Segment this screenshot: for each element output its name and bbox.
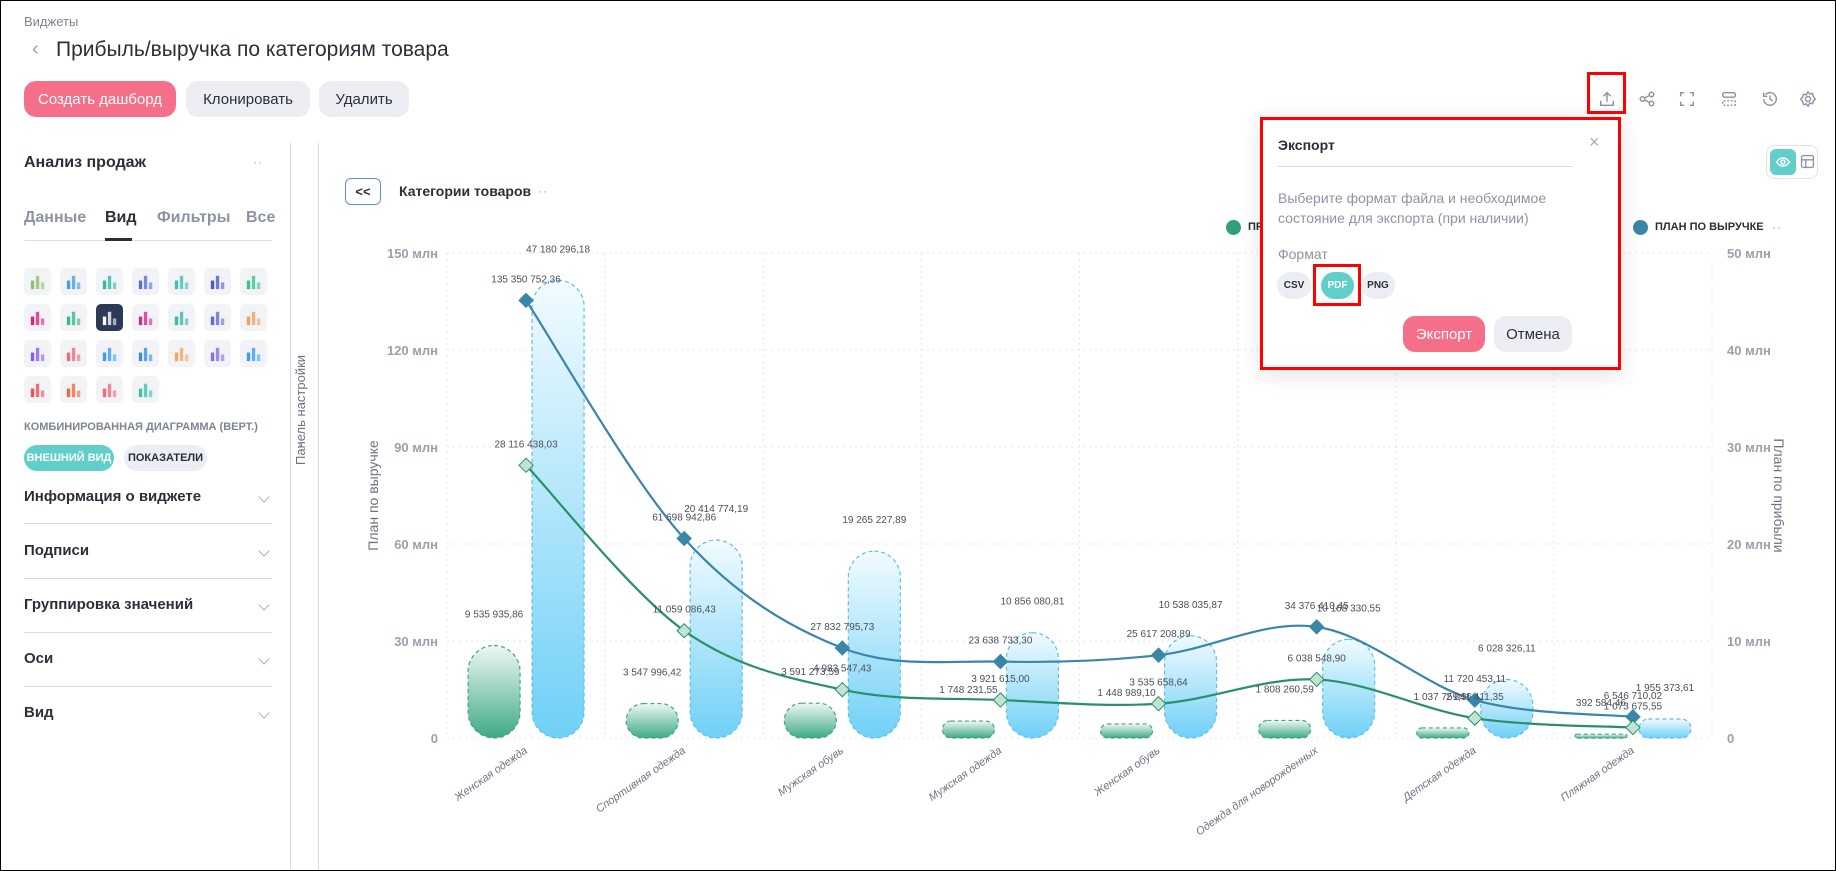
line-point-marker [834, 640, 851, 656]
bar-value-label: 1 808 260,59 [1255, 684, 1314, 695]
line-value-label: 28 116 438,03 [494, 439, 558, 450]
y2-tick-label: 0 [1727, 731, 1734, 746]
export-button[interactable]: Экспорт [1403, 316, 1485, 352]
dialog-title: Экспорт [1278, 137, 1335, 153]
x-tick-label: Одежда для новорожденных [1194, 744, 1321, 838]
bar-value-label: 3 547 996,42 [623, 668, 682, 679]
x-tick-label: Спортивная одежда [594, 745, 688, 816]
line-value-label: 6 546 710,02 [1604, 691, 1663, 702]
bar-value-label: 10 538 035,87 [1159, 600, 1223, 611]
y-tick-label: 120 млн [387, 343, 438, 358]
bar-value-label: 19 265 227,89 [842, 515, 906, 526]
bar [1099, 723, 1154, 739]
bar [847, 550, 901, 739]
format-csv[interactable]: CSV [1277, 272, 1311, 299]
line-point-marker [518, 292, 534, 309]
bar [941, 720, 996, 739]
line-point-marker [1467, 710, 1483, 726]
bar-value-label: 1 748 231,55 [939, 685, 998, 696]
x-tick-label: Детская одежда [1399, 745, 1478, 806]
highlight-box [1313, 264, 1361, 306]
line-value-label: 11 720 453,11 [1444, 674, 1507, 685]
bar-value-label: 9 535 935,86 [465, 610, 524, 621]
y2-tick-label: 10 млн [1727, 634, 1771, 649]
bar [1416, 727, 1470, 739]
close-icon[interactable]: × [1589, 132, 1600, 153]
y2-axis-title: План по прибыли [1771, 438, 1787, 552]
bar [467, 644, 521, 739]
line-point-marker [1308, 619, 1325, 635]
dialog-description: Выберите формат файла и необходимое сост… [1278, 190, 1547, 226]
line-value-label: 61 698 942,86 [652, 513, 716, 524]
x-tick-label: Женская одежда [452, 745, 530, 805]
line-value-label: 34 376 410,45 [1285, 601, 1349, 612]
bar [1005, 632, 1060, 739]
line-value-label: 3 921 615,00 [971, 674, 1030, 685]
y2-tick-label: 50 млн [1727, 246, 1771, 261]
bar [1638, 718, 1692, 739]
y-axis-title: План по выручке [365, 440, 381, 551]
line-value-label: 1 073 675,55 [1604, 702, 1663, 713]
y2-tick-label: 30 млн [1727, 440, 1771, 455]
bar [783, 702, 837, 739]
bar-value-label: 1 448 989,10 [1097, 688, 1156, 699]
line-value-label: 11 059 086,43 [653, 605, 717, 616]
format-label: Формат [1278, 246, 1328, 262]
x-tick-label: Женская обувь [1091, 745, 1162, 800]
line-value-label: 6 038 548,90 [1287, 653, 1346, 664]
y2-tick-label: 40 млн [1727, 343, 1771, 358]
bar [1258, 719, 1312, 739]
bar-value-label: 10 856 080,81 [1000, 597, 1064, 608]
line-value-label: 135 350 752,36 [491, 274, 561, 285]
line-value-label: 27 832 795,73 [810, 622, 874, 633]
x-tick-label: Мужская обувь [776, 745, 846, 799]
line-point-marker [992, 653, 1009, 670]
bar-value-label: 6 028 326,11 [1478, 644, 1536, 655]
bar [531, 279, 585, 739]
line-point-marker [834, 681, 851, 698]
line-point-marker [1625, 719, 1641, 736]
x-tick-label: Пляжная одежда [1559, 745, 1637, 805]
line-value-label: 23 638 733,30 [968, 636, 1032, 647]
y-tick-label: 30 млн [394, 634, 438, 649]
line-point-marker [1150, 647, 1167, 663]
x-tick-label: Мужская одежда [927, 745, 1004, 804]
format-png[interactable]: PNG [1361, 272, 1395, 299]
line-value-label: 3 535 658,64 [1129, 678, 1188, 689]
line-value-label: 4 983 547,43 [813, 664, 872, 675]
y-tick-label: 0 [431, 731, 438, 746]
bar-value-label: 47 180 296,18 [526, 244, 590, 255]
y-tick-label: 150 млн [387, 246, 438, 261]
y-tick-label: 60 млн [394, 537, 438, 552]
line-value-label: 2 041 411,35 [1446, 692, 1504, 703]
bar [625, 702, 679, 739]
dialog-divider [1278, 166, 1573, 167]
y2-tick-label: 20 млн [1727, 537, 1771, 552]
line-value-label: 25 617 208,89 [1127, 629, 1191, 640]
bar [1574, 733, 1628, 739]
cancel-button[interactable]: Отмена [1494, 316, 1572, 352]
export-dialog: Экспорт × Выберите формат файла и необхо… [1260, 117, 1621, 370]
y-tick-label: 90 млн [394, 440, 438, 455]
